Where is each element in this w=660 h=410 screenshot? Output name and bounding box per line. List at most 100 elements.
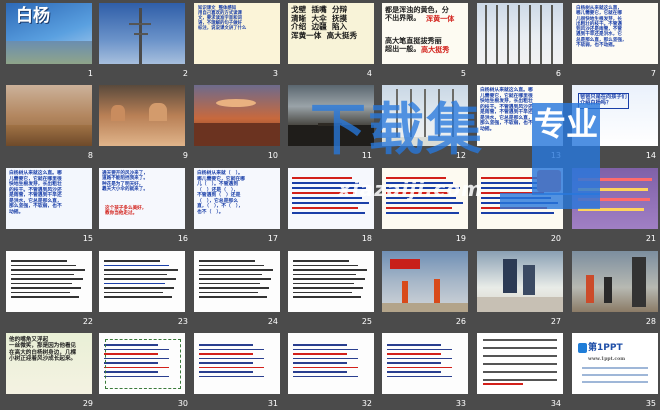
slide-thumbnail[interactable] bbox=[99, 85, 185, 146]
text-line bbox=[199, 282, 260, 284]
text-line bbox=[481, 202, 558, 204]
text-block bbox=[199, 257, 275, 301]
text-line bbox=[386, 177, 446, 179]
slide-number: 2 bbox=[182, 69, 188, 78]
slide-text: 第1PPT bbox=[588, 343, 623, 353]
text-line bbox=[293, 269, 367, 271]
slide-thumbnail[interactable]: 都是浑浊的黄色，分 不出界限。 浑黄一体 高大笔直挺拔秀丽 超出一般。 高大挺秀 bbox=[382, 3, 468, 64]
text-line bbox=[11, 264, 76, 266]
highlight-text: 高大挺秀 bbox=[421, 45, 450, 54]
text-block bbox=[386, 174, 464, 217]
text-line bbox=[11, 291, 70, 293]
slide-thumbnail[interactable]: 白杨树从来就（ ）。 哪儿需要它，它就在哪 儿（ ）。不管遇到 （ ）还是（ ）… bbox=[194, 168, 280, 229]
slide-thumbnail[interactable]: 白杨树从来就这么直， 哪儿需要它，它就在哪 儿很快地生根发芽，长 出粗壮的枝干。… bbox=[572, 3, 658, 64]
slide-thumbnail[interactable]: 白杨 bbox=[6, 3, 92, 64]
slide-thumbnail[interactable]: 他的嘴角又浮起 一丝微笑，那是因为他看见 在高大的白杨树身边，几棵 小树正迎着风… bbox=[6, 333, 92, 394]
text-block bbox=[199, 341, 275, 380]
text-line bbox=[293, 371, 347, 373]
text-line bbox=[293, 366, 358, 368]
worker-shape bbox=[503, 259, 517, 293]
text-line bbox=[483, 379, 557, 381]
text-line bbox=[292, 177, 352, 179]
dune-shape bbox=[6, 125, 92, 146]
slide-thumbnail[interactable] bbox=[477, 168, 563, 229]
slide-thumbnail[interactable]: 爸爸只是在向孩子们 介绍白杨吗？ bbox=[572, 85, 658, 146]
slide-thumbnail[interactable]: 通天要开的风沙来了， 道路不能阻挡我来了。 种花是为了明天好， 靠天大小伞的就来… bbox=[99, 168, 185, 229]
slide-number: 9 bbox=[182, 151, 188, 160]
text-line bbox=[104, 260, 160, 262]
slide-thumbnail[interactable] bbox=[288, 251, 374, 312]
slide-thumbnail[interactable] bbox=[99, 3, 185, 64]
slide-thumbnail[interactable] bbox=[382, 333, 468, 394]
slide-thumbnail[interactable] bbox=[572, 168, 658, 229]
text-line bbox=[386, 207, 452, 209]
tree-trunk bbox=[551, 5, 553, 64]
worker-shape bbox=[434, 279, 440, 303]
tree-trunk bbox=[529, 5, 531, 64]
slide-number: 24 bbox=[267, 317, 278, 326]
slide-thumbnail[interactable] bbox=[288, 333, 374, 394]
text-line bbox=[104, 278, 176, 280]
text-line bbox=[386, 197, 456, 199]
text-line bbox=[481, 192, 544, 194]
slide-thumbnail[interactable] bbox=[477, 333, 563, 394]
text-line bbox=[483, 371, 557, 373]
slide-number: 25 bbox=[361, 317, 372, 326]
slide-text: 白杨 bbox=[16, 6, 50, 26]
text-line bbox=[292, 212, 365, 214]
slide-thumbnail[interactable]: 白杨树从来就这么直。哪 儿需要它，它就在哪里很 快地生根发芽，长出粗壮 的枝干。… bbox=[6, 168, 92, 229]
tree-trunk bbox=[507, 5, 509, 64]
slide-thumbnail[interactable] bbox=[6, 251, 92, 312]
slide-thumbnail[interactable] bbox=[99, 251, 185, 312]
slide-thumbnail[interactable] bbox=[477, 3, 563, 64]
slide-number: 11 bbox=[361, 151, 372, 160]
slide-thumbnail[interactable]: 白杨树从来就这么直。哪 儿需要它，它就在哪里很 快地生根发芽，长出粗壮 的枝干。… bbox=[477, 85, 563, 146]
slide-number: 15 bbox=[82, 234, 93, 243]
text-line bbox=[293, 278, 365, 280]
text-line bbox=[199, 371, 253, 373]
slide-text: 白杨树从来就这么直。哪 儿需要它，它就在哪里很 快地生根发芽，长出粗壮 的枝干。… bbox=[9, 170, 62, 215]
worker-shape bbox=[604, 277, 612, 303]
text-line bbox=[104, 296, 172, 298]
text-line bbox=[11, 282, 72, 284]
text-block bbox=[387, 341, 463, 380]
text-line bbox=[11, 278, 83, 280]
slide-thumbnail[interactable] bbox=[194, 333, 280, 394]
slide-number: 33 bbox=[455, 399, 466, 408]
text-line bbox=[199, 362, 253, 364]
slide-thumbnail[interactable] bbox=[477, 251, 563, 312]
rock-shape bbox=[111, 105, 125, 121]
slide-thumbnail[interactable]: 知识课文 整体感知 用自己喜欢的方式读课 文，要求读准字音和词 语，不理解的句子… bbox=[194, 3, 280, 64]
text-line bbox=[578, 188, 648, 191]
slide-thumbnail[interactable] bbox=[6, 85, 92, 146]
tree-trunk bbox=[410, 89, 412, 137]
slide-thumbnail[interactable] bbox=[194, 251, 280, 312]
slide-thumbnail[interactable]: 第1PPT www.1ppt.com bbox=[572, 333, 658, 394]
tree-branch bbox=[134, 33, 148, 35]
text-line bbox=[11, 296, 79, 298]
text-line bbox=[199, 357, 264, 359]
slide-thumbnail[interactable] bbox=[382, 168, 468, 229]
text-line bbox=[293, 287, 363, 289]
slide-thumbnail[interactable] bbox=[99, 333, 185, 394]
slide-text: 白杨树从来就这么直。哪 儿需要它，它就在哪里很 快地生根发芽，长出粗壮 的枝干。… bbox=[480, 87, 533, 132]
text-line bbox=[199, 269, 273, 271]
worker-shape bbox=[586, 275, 594, 303]
slide-thumbnail[interactable] bbox=[288, 85, 374, 146]
text-line bbox=[104, 287, 174, 289]
slide-thumbnail[interactable] bbox=[572, 251, 658, 312]
slide-thumbnail[interactable] bbox=[382, 85, 468, 146]
slide-number: 34 bbox=[550, 399, 561, 408]
slide-thumbnail[interactable] bbox=[288, 168, 374, 229]
worker-shape bbox=[402, 281, 408, 303]
slide-thumbnail[interactable] bbox=[194, 85, 280, 146]
text-line bbox=[104, 269, 178, 271]
slide-thumbnail[interactable] bbox=[382, 251, 468, 312]
slide-number: 30 bbox=[177, 399, 188, 408]
slide-thumbnail[interactable]: 戈壁 插嘴 分辩 清晰 大伞 抚摸 介绍 边疆 陷入 浑黄一体 高大挺秀 bbox=[288, 3, 374, 64]
text-block bbox=[293, 341, 369, 380]
callout-frame bbox=[105, 339, 181, 389]
text-line bbox=[199, 273, 262, 275]
snow-shape bbox=[382, 137, 468, 146]
text-line bbox=[387, 357, 452, 359]
